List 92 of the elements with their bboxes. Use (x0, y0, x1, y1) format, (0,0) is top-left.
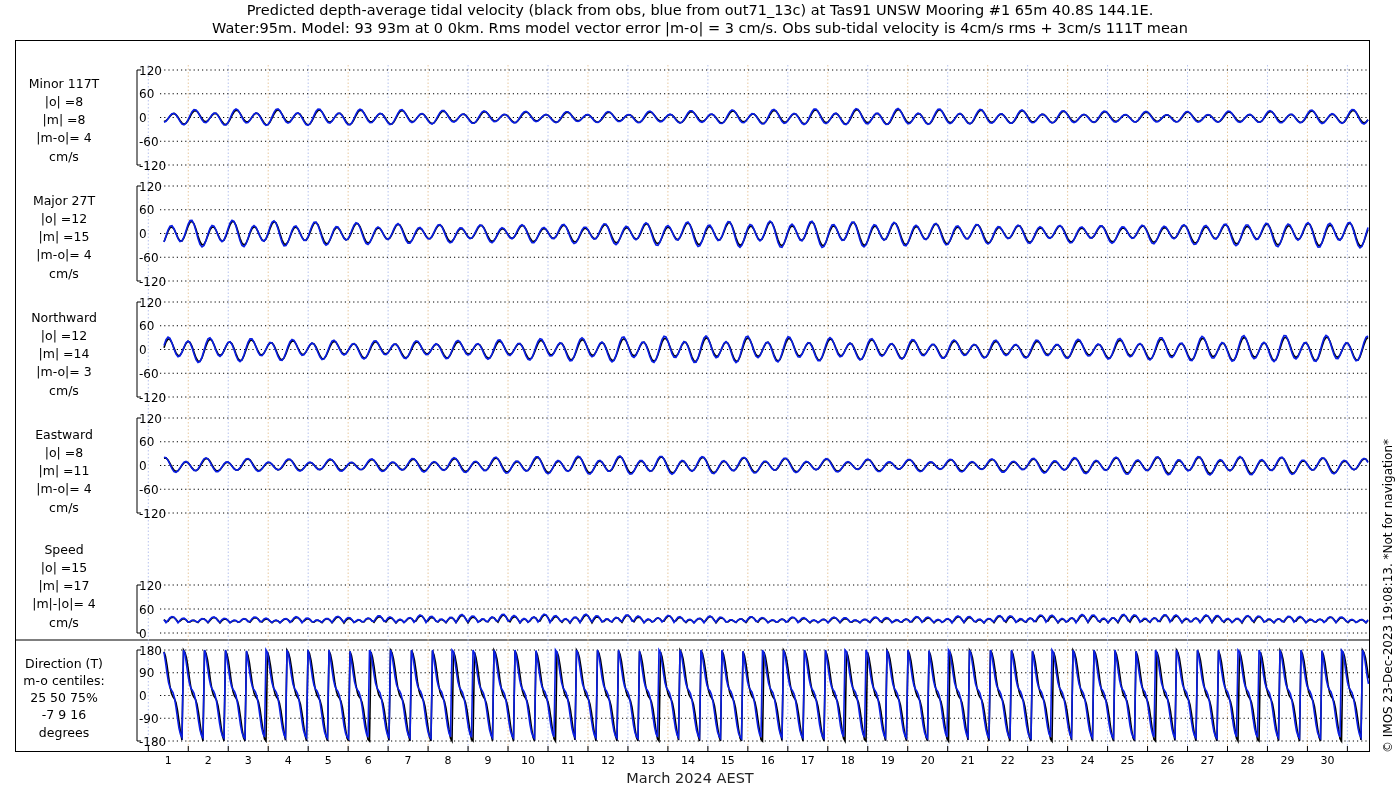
axis-tick-label: 60 (139, 203, 155, 218)
panel-label: Minor 117T (28, 75, 100, 91)
axis-tick-label: -180 (139, 734, 167, 749)
axis-tick-label: 21 (960, 754, 975, 767)
axis-tick-label: 120 (139, 295, 162, 310)
panel-label: |o| =12 (40, 327, 88, 343)
axis-tick-label: -60 (139, 482, 159, 497)
panel-label: |m| =15 (38, 229, 90, 245)
axis-tick-label: 22 (1000, 754, 1015, 767)
axis-tick-label: 0 (139, 459, 147, 473)
panel-label: |o| =12 (40, 210, 88, 226)
axis-tick-label: -90 (139, 711, 159, 726)
panel-label: |m-o|= 3 (36, 364, 92, 380)
axis-title: March 2024 AEST (626, 770, 754, 786)
axis-tick-label: 16 (760, 754, 775, 767)
axis-tick-label: 29 (1280, 754, 1295, 767)
axis-tick-label: 27 (1200, 754, 1215, 767)
panel-label: cm/s (49, 499, 79, 515)
axis-tick-label: 6 (364, 754, 372, 767)
credit-text: © IMOS 23-Dec-2023 19:08:13. *Not for navigation* (1381, 438, 1395, 754)
axis-tick-label: 28 (1240, 754, 1255, 767)
axis-tick-label: 24 (1080, 754, 1095, 767)
panel-label: cm/s (49, 148, 79, 164)
chart-title: Water:95m. Model: 93 93m at 0 0km. Rms model vector error |m-o| = 3 cm/s. Obs sub-tidal velocity is 4cm/s rms + 3cm/s 111T mean (212, 19, 1188, 37)
axis-tick-label: -120 (139, 506, 167, 521)
axis-tick-label: 60 (139, 87, 155, 102)
axis-tick-label: 120 (139, 578, 162, 593)
panel-label: Northward (31, 309, 97, 325)
panel-label: |m| =17 (38, 578, 90, 594)
axis-tick-label: 180 (139, 643, 162, 658)
axis-tick-label: 12 (600, 754, 615, 767)
axis-tick-label: 20 (920, 754, 935, 767)
axis-tick-label: 0 (139, 626, 147, 641)
panel-label: cm/s (49, 614, 79, 630)
panel-label: m-o centiles: (23, 672, 105, 688)
axis-tick-label: 4 (284, 754, 292, 767)
axis-tick-label: 120 (139, 179, 162, 194)
axis-tick-label: -60 (139, 134, 159, 149)
panel-label: |m|-|o|= 4 (32, 596, 96, 612)
axis-tick-label: 25 (1120, 754, 1135, 767)
panel-label: -7 9 16 (41, 707, 87, 723)
axis-tick-label: 5 (324, 754, 332, 767)
axis-tick-label: 0 (139, 227, 147, 241)
axis-tick-label: 14 (680, 754, 695, 767)
axis-tick-label: 120 (139, 63, 162, 78)
axis-tick-label: 17 (800, 754, 815, 767)
axis-tick-label: 90 (139, 666, 155, 681)
axis-tick-label: -60 (139, 250, 159, 265)
axis-tick-label: 120 (139, 411, 162, 426)
axis-tick-label: -120 (139, 274, 167, 289)
panel-label: |o| =8 (44, 444, 84, 460)
panel-label: |m| =8 (42, 112, 86, 128)
axis-tick-label: -120 (139, 390, 167, 405)
axis-tick-label: 19 (880, 754, 895, 767)
panel-label: |o| =15 (40, 559, 88, 575)
axis-tick-label: 8 (444, 754, 452, 767)
panel-label: |m-o|= 4 (36, 481, 92, 497)
axis-tick-label: 18 (840, 754, 855, 767)
axis-tick-label: 60 (139, 602, 155, 617)
chart-title: Predicted depth-average tidal velocity (black from obs, blue from out71_13c) at Tas91 UNSW Mooring #1 65m 40.8S 144.1E. (246, 1, 1154, 19)
panel-label: Eastward (35, 426, 93, 442)
panel-label: |m| =11 (38, 463, 90, 479)
axis-tick-label: 26 (1160, 754, 1175, 767)
axis-tick-label: 1 (164, 754, 172, 767)
panel-label: cm/s (49, 382, 79, 398)
axis-tick-label: -60 (139, 366, 159, 381)
axis-tick-label: 7 (404, 754, 412, 767)
axis-tick-label: 60 (139, 435, 155, 450)
axis-tick-label: 23 (1040, 754, 1055, 767)
panel-label: |m-o|= 4 (36, 130, 92, 146)
axis-tick-label: 60 (139, 319, 155, 334)
panel-label: 25 50 75% (30, 690, 98, 706)
panel-label: |m| =14 (38, 346, 90, 362)
axis-tick-label: 30 (1320, 754, 1335, 767)
axis-tick-label: 11 (561, 754, 575, 767)
axis-tick-label: 10 (521, 754, 535, 767)
axis-tick-label: 13 (640, 754, 655, 767)
axis-tick-label: -120 (139, 158, 167, 173)
panel-label: Speed (44, 541, 84, 557)
panel-label: Direction (T) (25, 655, 103, 671)
panel-label: degrees (38, 724, 90, 740)
axis-tick-label: 0 (139, 111, 147, 125)
panel-label: Major 27T (32, 192, 96, 208)
axis-tick-label: 0 (139, 689, 147, 703)
axis-tick-label: 9 (484, 754, 492, 767)
panel-label: |m-o|= 4 (36, 247, 92, 263)
axis-tick-label: 3 (244, 754, 252, 767)
axis-tick-label: 15 (720, 754, 735, 767)
panel-label: cm/s (49, 265, 79, 281)
panel-label: |o| =8 (44, 93, 84, 109)
axis-tick-label: 2 (204, 754, 212, 767)
axis-tick-label: 0 (139, 343, 147, 357)
